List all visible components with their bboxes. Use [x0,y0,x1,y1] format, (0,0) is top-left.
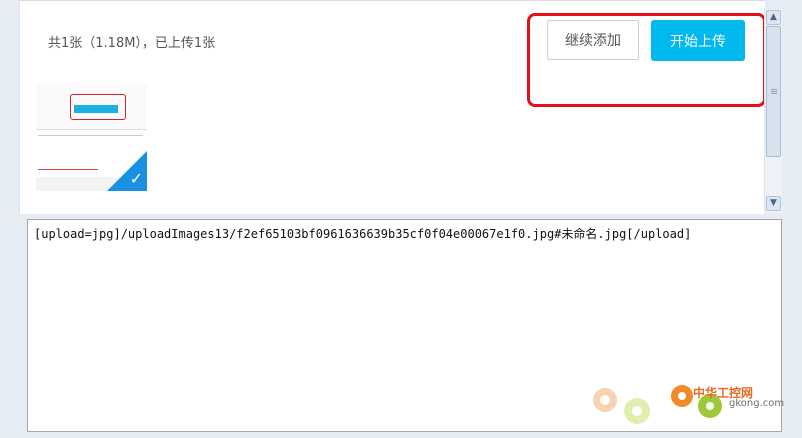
checkmark-icon: ✓ [129,169,143,188]
scroll-down-arrow-icon[interactable]: ▼ [766,196,781,211]
add-more-button[interactable]: 继续添加 [547,20,639,60]
uploaded-image-thumbnail[interactable]: ✓ [36,83,147,191]
upload-panel: 共1张（1.18M），已上传1张 继续添加 开始上传 ✓ [19,0,766,214]
scroll-up-arrow-icon[interactable]: ▲ [766,10,781,25]
upload-status-text: 共1张（1.18M），已上传1张 [48,36,216,51]
start-upload-button[interactable]: 开始上传 [651,20,745,61]
thumbnail-preview-button [74,105,118,113]
scrollbar-grip [771,93,777,94]
scrollbar-grip [771,91,777,92]
thumbnail-preview-line [38,135,143,136]
upload-dialog: 共1张（1.18M），已上传1张 继续添加 开始上传 ✓ ▲ ▼ [upload… [0,0,802,434]
scrollbar-thumb[interactable] [766,26,781,157]
thumbnail-preview-line [38,169,98,170]
panel-vertical-scrollbar[interactable]: ▲ ▼ [764,9,782,213]
scrollbar-grip [771,89,777,90]
post-content-textarea[interactable]: [upload=jpg]/uploadImages13/f2ef65103bf0… [27,219,782,432]
